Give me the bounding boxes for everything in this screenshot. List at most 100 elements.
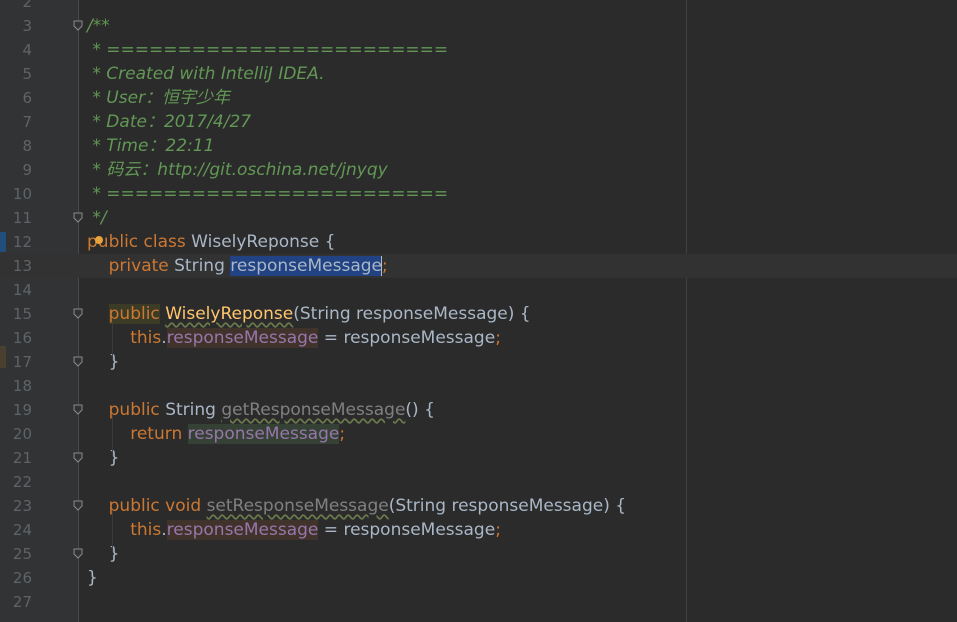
code-line[interactable]: 6 * User：恒宇少年	[0, 86, 957, 110]
line-number: 26	[12, 569, 32, 587]
code-token: .	[161, 520, 167, 540]
code-text[interactable]: this.responseMessage = responseMessage;	[87, 518, 501, 542]
code-line[interactable]: 19 public String getResponseMessage() {	[0, 398, 957, 422]
code-token: = responseMessage	[318, 328, 496, 348]
code-line[interactable]: 2	[0, 0, 957, 14]
line-number: 23	[12, 497, 32, 515]
code-line[interactable]: 16 this.responseMessage = responseMessag…	[0, 326, 957, 350]
code-line[interactable]: 24 this.responseMessage = responseMessag…	[0, 518, 957, 542]
code-line[interactable]: 12 public class WiselyReponse {	[0, 230, 957, 254]
code-text[interactable]: * ========================	[87, 182, 448, 206]
indent-guide	[112, 414, 113, 456]
line-number: 6	[22, 89, 32, 107]
code-text[interactable]: return responseMessage;	[87, 422, 345, 446]
line-number: 21	[12, 449, 32, 467]
code-line[interactable]: 15 public WiselyReponse(String responseM…	[0, 302, 957, 326]
fold-marker-icon[interactable]	[73, 404, 83, 415]
line-number: 24	[12, 521, 32, 539]
code-token: ;	[495, 520, 501, 540]
code-line[interactable]: 4 * ========================	[0, 38, 957, 62]
indent-guide	[112, 510, 113, 552]
code-token: * Date：2017/4/27	[87, 112, 252, 132]
fold-marker-icon[interactable]	[73, 308, 83, 319]
code-text[interactable]: * 码云：http://git.oschina.net/jnyqy	[87, 158, 388, 182]
line-number: 3	[22, 17, 32, 35]
fold-marker-icon[interactable]	[73, 356, 83, 367]
fold-marker-icon[interactable]	[73, 548, 83, 559]
code-line[interactable]: 20 return responseMessage;	[0, 422, 957, 446]
line-number: 13	[12, 257, 32, 275]
code-token: (String responseMessage) {	[293, 304, 531, 324]
code-text[interactable]: }	[87, 446, 120, 470]
code-line[interactable]: 13 private String responseMessage;	[0, 254, 957, 278]
code-token: public class	[87, 232, 192, 252]
fold-marker-icon[interactable]	[73, 20, 83, 31]
line-number: 11	[12, 209, 32, 227]
code-token: (String responseMessage) {	[388, 496, 627, 516]
code-text[interactable]: private String responseMessage;	[87, 254, 388, 278]
code-line[interactable]: 11 */	[0, 206, 957, 230]
code-line[interactable]: 10 * ========================	[0, 182, 957, 206]
code-token: }	[87, 352, 120, 372]
code-token: getResponseMessage	[221, 400, 406, 420]
fold-marker-icon[interactable]	[73, 500, 83, 511]
code-text[interactable]: public String getResponseMessage() {	[87, 398, 435, 422]
code-token: private	[108, 256, 175, 276]
code-line[interactable]: 26}	[0, 566, 957, 590]
code-token: * 码云：http://git.oschina.net/jnyqy	[87, 160, 388, 180]
line-number: 7	[22, 113, 32, 131]
line-number: 2	[22, 0, 32, 11]
code-token: String	[165, 400, 222, 420]
code-token: responseMessage	[187, 424, 340, 444]
line-number: 9	[22, 161, 32, 179]
code-token: return	[130, 424, 188, 444]
line-number: 8	[22, 137, 32, 155]
code-text[interactable]: * Time：22:11	[87, 134, 214, 158]
code-text[interactable]: * Date：2017/4/27	[87, 110, 251, 134]
code-line[interactable]: 18	[0, 374, 957, 398]
code-line[interactable]: 7 * Date：2017/4/27	[0, 110, 957, 134]
fold-marker-icon[interactable]	[73, 212, 83, 223]
code-token: * Time：22:11	[87, 136, 215, 156]
code-text[interactable]: }	[87, 542, 120, 566]
code-line[interactable]: 14	[0, 278, 957, 302]
code-line[interactable]: 8 * Time：22:11	[0, 134, 957, 158]
code-text[interactable]: * ========================	[87, 38, 448, 62]
code-line[interactable]: 27	[0, 590, 957, 614]
line-number: 27	[12, 593, 32, 611]
line-number: 12	[12, 233, 32, 251]
code-text[interactable]: this.responseMessage = responseMessage;	[87, 326, 501, 350]
code-token: this	[130, 520, 162, 540]
line-number: 19	[12, 401, 32, 419]
code-line[interactable]: 17 }	[0, 350, 957, 374]
code-text[interactable]: */	[87, 206, 106, 230]
code-line[interactable]: 9 * 码云：http://git.oschina.net/jnyqy	[0, 158, 957, 182]
code-text[interactable]: * User：恒宇少年	[87, 86, 230, 110]
code-token: public	[108, 304, 160, 324]
code-line[interactable]: 21 }	[0, 446, 957, 470]
code-text[interactable]: public WiselyReponse(String responseMess…	[87, 302, 531, 326]
code-line[interactable]: 5 * Created with IntelliJ IDEA.	[0, 62, 957, 86]
code-line[interactable]: 25 }	[0, 542, 957, 566]
code-text[interactable]: }	[87, 566, 98, 590]
code-line[interactable]: 23 public void setResponseMessage(String…	[0, 494, 957, 518]
line-number: 17	[12, 353, 32, 371]
code-text[interactable]: * Created with IntelliJ IDEA.	[87, 62, 325, 86]
code-token: = responseMessage	[318, 520, 496, 540]
code-text[interactable]: public class WiselyReponse {	[87, 230, 335, 254]
code-token: * Created with IntelliJ IDEA.	[87, 64, 325, 84]
line-number: 20	[12, 425, 32, 443]
code-line[interactable]: 3 /**	[0, 14, 957, 38]
fold-marker-icon[interactable]	[73, 452, 83, 463]
code-token: ;	[382, 256, 388, 276]
intention-bulb-icon[interactable]	[95, 236, 103, 244]
code-text[interactable]: /**	[87, 14, 110, 38]
code-text[interactable]: public void setResponseMessage(String re…	[87, 494, 626, 518]
line-number: 25	[12, 545, 32, 563]
code-line[interactable]: 22	[0, 470, 957, 494]
code-text[interactable]: }	[87, 350, 120, 374]
